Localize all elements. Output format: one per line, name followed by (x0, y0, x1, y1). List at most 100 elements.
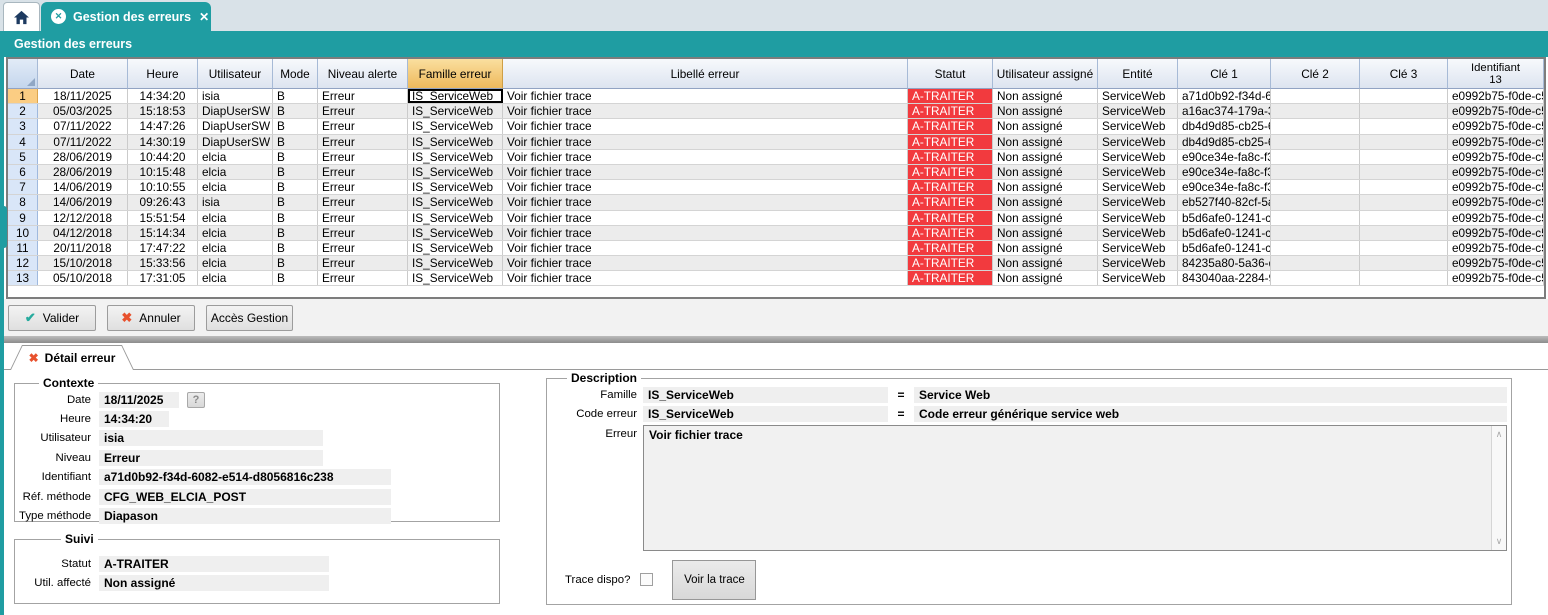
cell-utilisateur[interactable]: elcia (198, 165, 273, 179)
cell-mode[interactable]: B (273, 226, 318, 240)
cell-entite[interactable]: ServiceWeb (1098, 119, 1178, 133)
cell-assigne[interactable]: Non assigné (993, 150, 1098, 164)
cell-ident[interactable]: e0992b75-f0de-c5 (1448, 195, 1544, 209)
cell-cle1[interactable]: e90ce34e-fa8c-f3 (1178, 165, 1271, 179)
tab-detail-erreur[interactable]: ✖ Détail erreur (10, 345, 134, 370)
table-row[interactable]: 1215/10/201815:33:56elciaBErreurIS_Servi… (8, 256, 1544, 271)
cell-niveau[interactable]: Erreur (318, 180, 408, 194)
cell-utilisateur[interactable]: elcia (198, 226, 273, 240)
cell-niveau[interactable]: Erreur (318, 89, 408, 103)
tab-gestion-des-erreurs[interactable]: ✕ Gestion des erreurs ✕ (41, 2, 211, 31)
cell-num[interactable]: 13 (8, 271, 38, 285)
cell-cle3[interactable] (1360, 180, 1448, 194)
cell-niveau[interactable]: Erreur (318, 241, 408, 255)
cell-ident[interactable]: e0992b75-f0de-c5 (1448, 119, 1544, 133)
cell-mode[interactable]: B (273, 119, 318, 133)
cell-ident[interactable]: e0992b75-f0de-c5 (1448, 150, 1544, 164)
cell-cle3[interactable] (1360, 150, 1448, 164)
table-row[interactable]: 714/06/201910:10:55elciaBErreurIS_Servic… (8, 180, 1544, 195)
cell-date[interactable]: 14/06/2019 (38, 195, 128, 209)
cell-famille[interactable]: IS_ServiceWeb (408, 226, 503, 240)
cell-heure[interactable]: 17:31:05 (128, 271, 198, 285)
cell-famille[interactable]: IS_ServiceWeb (408, 165, 503, 179)
table-row[interactable]: 1305/10/201817:31:05elciaBErreurIS_Servi… (8, 271, 1544, 286)
cell-libelle[interactable]: Voir fichier trace (503, 211, 908, 225)
cell-num[interactable]: 10 (8, 226, 38, 240)
column-header-libelle[interactable]: Libellé erreur (503, 59, 908, 89)
cell-date[interactable]: 15/10/2018 (38, 256, 128, 270)
cell-assigne[interactable]: Non assigné (993, 180, 1098, 194)
cell-cle2[interactable] (1271, 271, 1360, 285)
cell-cle1[interactable]: a71d0b92-f34d-60 (1178, 89, 1271, 103)
cell-mode[interactable]: B (273, 165, 318, 179)
cell-famille[interactable]: IS_ServiceWeb (408, 104, 503, 118)
cell-famille[interactable]: IS_ServiceWeb (408, 241, 503, 255)
cell-ident[interactable]: e0992b75-f0de-c5 (1448, 165, 1544, 179)
cell-num[interactable]: 12 (8, 256, 38, 270)
column-header-utilisateur[interactable]: Utilisateur (198, 59, 273, 89)
cell-famille[interactable]: IS_ServiceWeb (408, 256, 503, 270)
cell-num[interactable]: 5 (8, 150, 38, 164)
cell-utilisateur[interactable]: elcia (198, 256, 273, 270)
cell-entite[interactable]: ServiceWeb (1098, 226, 1178, 240)
cell-utilisateur[interactable]: DiapUserSW (198, 119, 273, 133)
table-row[interactable]: 628/06/201910:15:48elciaBErreurIS_Servic… (8, 165, 1544, 180)
cell-heure[interactable]: 09:26:43 (128, 195, 198, 209)
cell-entite[interactable]: ServiceWeb (1098, 271, 1178, 285)
column-header-heure[interactable]: Heure (128, 59, 198, 89)
cell-niveau[interactable]: Erreur (318, 104, 408, 118)
column-header-date[interactable]: Date (38, 59, 128, 89)
column-header-entite[interactable]: Entité (1098, 59, 1178, 89)
cell-cle1[interactable]: db4d9d85-cb25-6 (1178, 119, 1271, 133)
cell-statut[interactable]: A-TRAITER (908, 135, 993, 149)
cell-cle3[interactable] (1360, 271, 1448, 285)
cell-statut[interactable]: A-TRAITER (908, 119, 993, 133)
cell-num[interactable]: 1 (8, 89, 38, 103)
date-help-button[interactable]: ? (187, 392, 205, 408)
cell-cle3[interactable] (1360, 135, 1448, 149)
cell-cle1[interactable]: b5d6afe0-1241-c2 (1178, 226, 1271, 240)
cell-entite[interactable]: ServiceWeb (1098, 180, 1178, 194)
cell-num[interactable]: 8 (8, 195, 38, 209)
cell-cle1[interactable]: e90ce34e-fa8c-f3 (1178, 180, 1271, 194)
cell-cle2[interactable] (1271, 256, 1360, 270)
cell-cle2[interactable] (1271, 89, 1360, 103)
cell-assigne[interactable]: Non assigné (993, 226, 1098, 240)
cell-cle2[interactable] (1271, 119, 1360, 133)
cell-entite[interactable]: ServiceWeb (1098, 195, 1178, 209)
table-row[interactable]: 912/12/201815:51:54elciaBErreurIS_Servic… (8, 211, 1544, 226)
erreur-scrollbar[interactable]: ∧ ∨ (1491, 426, 1506, 550)
cell-famille[interactable]: IS_ServiceWeb (408, 135, 503, 149)
cell-cle2[interactable] (1271, 135, 1360, 149)
cell-cle1[interactable]: eb527f40-82cf-5a (1178, 195, 1271, 209)
cell-cle2[interactable] (1271, 150, 1360, 164)
cell-assigne[interactable]: Non assigné (993, 104, 1098, 118)
cell-libelle[interactable]: Voir fichier trace (503, 150, 908, 164)
cell-entite[interactable]: ServiceWeb (1098, 104, 1178, 118)
cell-mode[interactable]: B (273, 271, 318, 285)
cell-utilisateur[interactable]: elcia (198, 271, 273, 285)
cell-heure[interactable]: 10:15:48 (128, 165, 198, 179)
cell-heure[interactable]: 15:14:34 (128, 226, 198, 240)
cell-date[interactable]: 28/06/2019 (38, 165, 128, 179)
cell-heure[interactable]: 17:47:22 (128, 241, 198, 255)
column-header-famille[interactable]: Famille erreur (408, 59, 503, 89)
cell-statut[interactable]: A-TRAITER (908, 271, 993, 285)
cell-niveau[interactable]: Erreur (318, 226, 408, 240)
cell-statut[interactable]: A-TRAITER (908, 211, 993, 225)
cell-date[interactable]: 07/11/2022 (38, 119, 128, 133)
cell-libelle[interactable]: Voir fichier trace (503, 165, 908, 179)
cell-entite[interactable]: ServiceWeb (1098, 89, 1178, 103)
cell-num[interactable]: 2 (8, 104, 38, 118)
cell-ident[interactable]: e0992b75-f0de-c5 (1448, 104, 1544, 118)
cell-assigne[interactable]: Non assigné (993, 211, 1098, 225)
cell-heure[interactable]: 14:47:26 (128, 119, 198, 133)
scroll-up-icon[interactable]: ∧ (1496, 429, 1503, 440)
cell-heure[interactable]: 14:34:20 (128, 89, 198, 103)
cell-date[interactable]: 07/11/2022 (38, 135, 128, 149)
cell-cle1[interactable]: b5d6afe0-1241-c2 (1178, 241, 1271, 255)
cell-assigne[interactable]: Non assigné (993, 256, 1098, 270)
cell-ident[interactable]: e0992b75-f0de-c5 (1448, 271, 1544, 285)
cell-assigne[interactable]: Non assigné (993, 195, 1098, 209)
column-header-cle1[interactable]: Clé 1 (1178, 59, 1271, 89)
